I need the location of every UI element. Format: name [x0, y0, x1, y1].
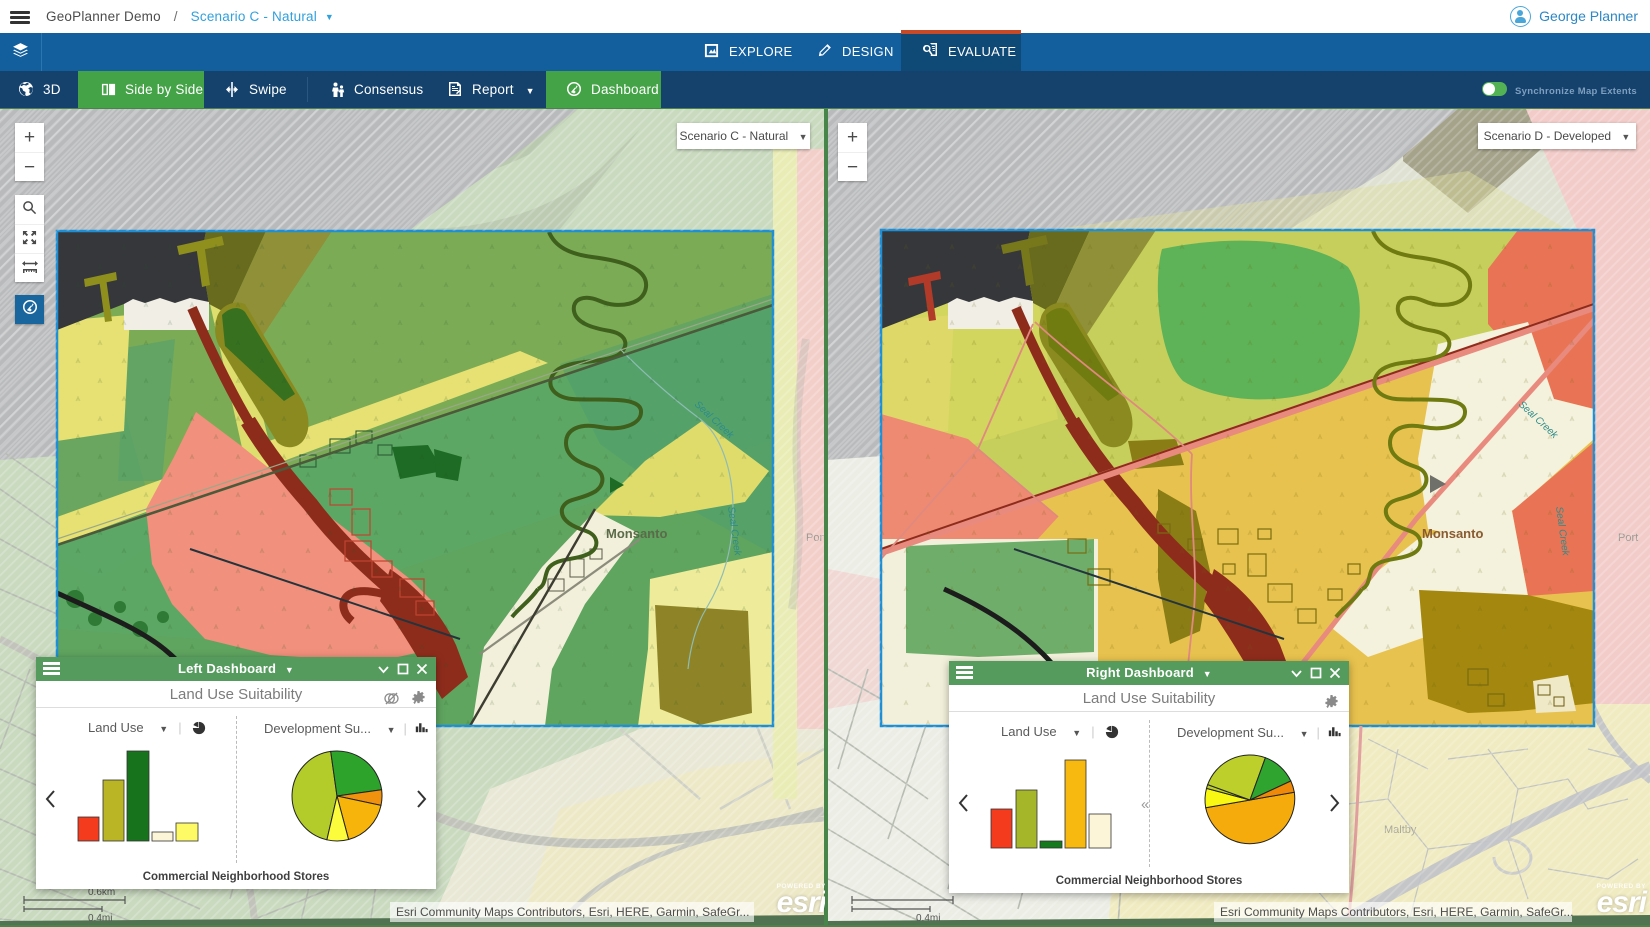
svg-text:0.4mi: 0.4mi — [916, 913, 940, 924]
svg-text:Monsanto: Monsanto — [606, 526, 667, 541]
svg-text:Monsanto: Monsanto — [1422, 526, 1483, 541]
svg-text:0.4mi: 0.4mi — [88, 913, 112, 924]
